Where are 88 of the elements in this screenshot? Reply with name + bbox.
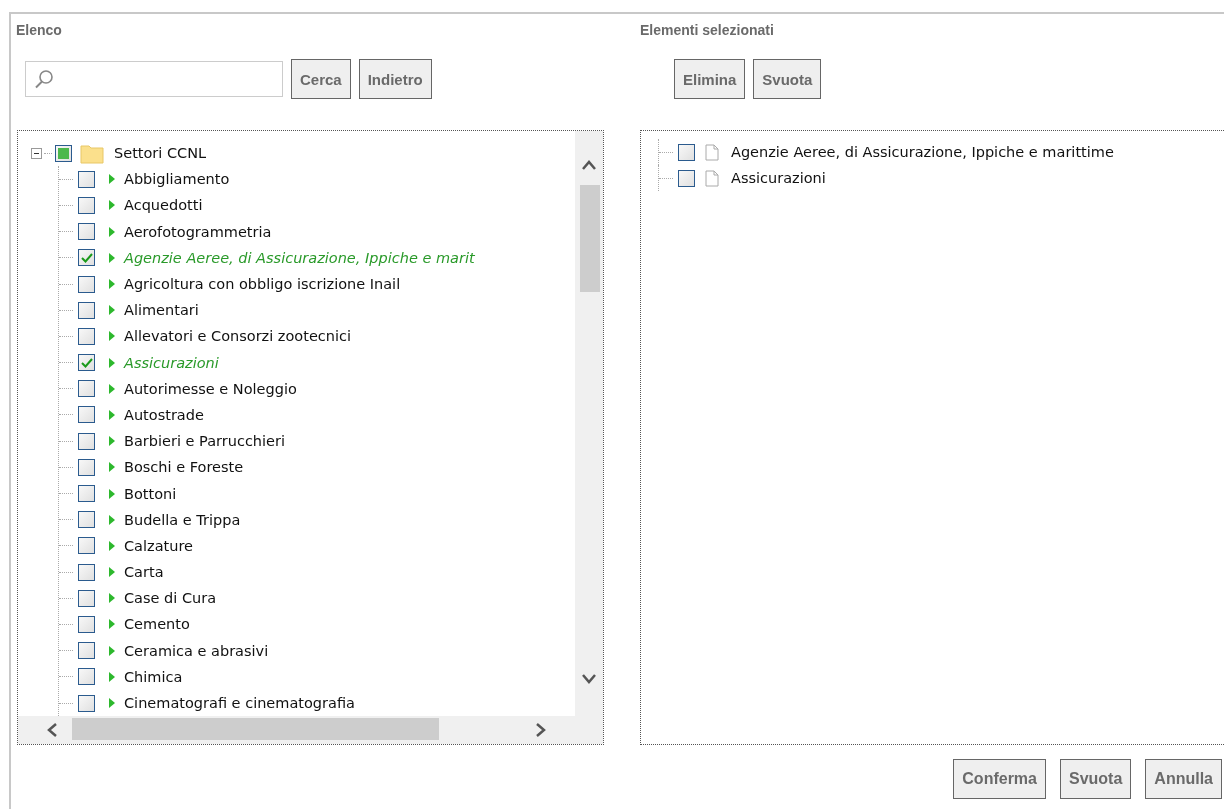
footer-button[interactable]: Conferma (953, 759, 1046, 799)
checkbox[interactable] (78, 380, 95, 398)
tree-item[interactable]: Autorimesse e Noleggio (124, 380, 297, 397)
toolbar-button[interactable]: Svuota (753, 59, 822, 99)
checkbox[interactable] (78, 196, 95, 214)
folder-icon (80, 142, 104, 165)
tree-item[interactable]: Alimentari (124, 302, 199, 319)
checkbox[interactable] (78, 485, 95, 503)
tree-item[interactable]: Allevatori e Consorzi zootecnici (124, 328, 352, 345)
checkbox[interactable] (78, 275, 95, 293)
checkbox[interactable] (78, 589, 95, 607)
tree-item[interactable]: Aerofotogrammetria (124, 223, 272, 240)
toolbar-button[interactable]: Cerca (291, 59, 351, 99)
checkbox[interactable] (78, 642, 95, 660)
checkbox[interactable] (78, 511, 95, 529)
tree-item[interactable]: Barbieri e Parrucchieri (124, 433, 285, 450)
tree-item[interactable]: Boschi e Foreste (124, 459, 244, 476)
horizontal-scrollbar[interactable] (18, 716, 603, 744)
expand-icon[interactable] (108, 278, 116, 291)
tree-item[interactable]: Chimica (124, 668, 183, 685)
toolbar-button[interactable]: Indietro (358, 59, 432, 99)
tree-item[interactable]: Acquedotti (124, 197, 203, 214)
expand-icon[interactable] (108, 304, 116, 317)
expand-icon[interactable] (108, 539, 116, 552)
expand-icon[interactable] (108, 618, 116, 631)
expand-icon[interactable] (108, 408, 116, 421)
expand-icon[interactable] (108, 644, 116, 657)
expand-icon[interactable] (108, 251, 116, 264)
tree-item[interactable]: Agenzie Aeree, di Assicurazione, Ippiche e marit (124, 249, 475, 266)
tree-item[interactable]: Abbigliamento (124, 171, 230, 188)
panel-title: Elenco (16, 22, 63, 40)
checkbox[interactable] (78, 327, 95, 345)
expand-icon[interactable] (108, 513, 116, 526)
checkbox[interactable] (78, 458, 95, 476)
checkbox[interactable] (78, 694, 95, 712)
checkbox[interactable] (78, 301, 95, 319)
vertical-scrollbar[interactable] (575, 131, 603, 716)
tree-item[interactable]: Cinematografi e cinematografia (124, 695, 355, 712)
tree-item[interactable]: Agricoltura con obbligo iscrizione Inail (124, 276, 401, 293)
tree-item[interactable]: Calzature (124, 537, 193, 554)
expand-icon[interactable] (108, 566, 116, 579)
tree-item[interactable]: Ceramica e abrasivi (124, 642, 269, 659)
selected-item[interactable]: Agenzie Aeree, di Assicurazione, Ippiche e marittime (731, 144, 1114, 160)
checkbox[interactable] (78, 615, 95, 633)
search-field[interactable] (25, 61, 283, 97)
tree-item[interactable]: Assicurazioni (124, 354, 219, 371)
checkbox[interactable] (78, 406, 95, 424)
expand-icon[interactable] (108, 382, 116, 395)
checkbox[interactable] (78, 223, 95, 241)
checkbox[interactable] (78, 354, 95, 372)
expand-icon[interactable] (108, 697, 116, 710)
tree-item[interactable]: Bottoni (124, 485, 177, 502)
checkbox[interactable] (78, 668, 95, 686)
checkbox[interactable] (678, 169, 695, 187)
document-icon (705, 143, 719, 161)
collapse-icon[interactable] (31, 147, 42, 159)
footer-button[interactable]: Annulla (1145, 759, 1222, 799)
checkbox[interactable] (78, 432, 95, 450)
expand-icon[interactable] (108, 173, 116, 186)
checkbox[interactable] (678, 143, 695, 161)
expand-icon[interactable] (108, 199, 116, 212)
document-icon (705, 169, 719, 187)
expand-icon[interactable] (108, 592, 116, 605)
checkbox[interactable] (78, 170, 95, 188)
tree-item[interactable]: Cemento (124, 616, 190, 633)
expand-icon[interactable] (108, 435, 116, 448)
tree-item[interactable]: Case di Cura (124, 590, 217, 607)
expand-icon[interactable] (108, 461, 116, 474)
search-icon (34, 69, 54, 89)
checkbox[interactable] (78, 563, 95, 581)
expand-icon[interactable] (108, 670, 116, 683)
tree-item[interactable]: Budella e Trippa (124, 511, 241, 528)
expand-icon[interactable] (108, 356, 116, 369)
tree-item[interactable]: Carta (124, 564, 164, 581)
checkbox[interactable] (78, 249, 95, 267)
checkbox[interactable] (78, 537, 95, 555)
tree-item[interactable]: Settori CCNL (114, 145, 207, 162)
expand-icon[interactable] (108, 330, 116, 343)
tree-item[interactable]: Autostrade (124, 406, 204, 423)
expand-icon[interactable] (108, 225, 116, 238)
selected-item[interactable]: Assicurazioni (731, 170, 826, 186)
scrollbar-thumb[interactable] (72, 718, 439, 740)
checkbox[interactable] (55, 144, 72, 162)
toolbar-button[interactable]: Elimina (674, 59, 746, 99)
footer-button[interactable]: Svuota (1060, 759, 1132, 799)
expand-icon[interactable] (108, 487, 116, 500)
scrollbar-thumb[interactable] (580, 185, 600, 292)
panel-title: Elementi selezionati (640, 22, 775, 40)
